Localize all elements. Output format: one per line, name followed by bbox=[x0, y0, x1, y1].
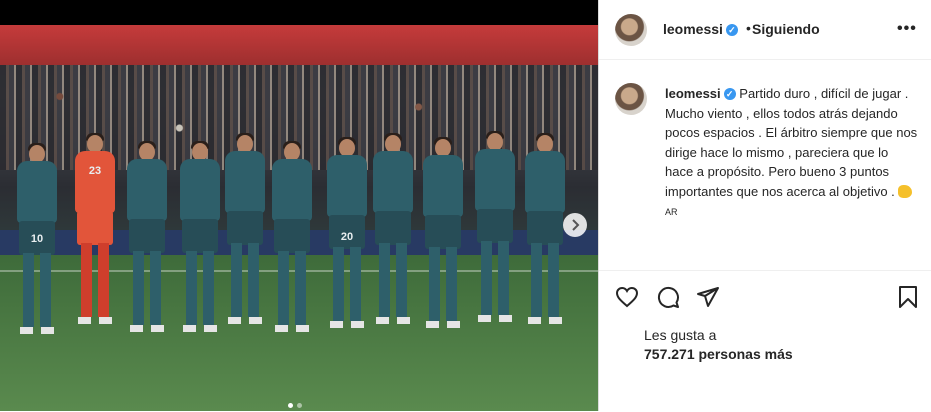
heart-icon[interactable] bbox=[615, 285, 639, 309]
header-username[interactable]: leomessi ✓ bbox=[663, 21, 738, 37]
player bbox=[368, 133, 418, 355]
caption-text: Partido duro , difícil de jugar . Mucho … bbox=[665, 86, 918, 199]
player bbox=[418, 137, 468, 359]
comment-icon[interactable] bbox=[656, 285, 680, 309]
share-icon[interactable] bbox=[696, 285, 720, 309]
carousel-dot-active bbox=[288, 403, 293, 408]
caption: leomessi ✓ Partido duro , difícil de juga… bbox=[665, 84, 920, 223]
carousel-next-button[interactable] bbox=[563, 213, 587, 237]
following-button[interactable]: Siguiendo bbox=[752, 21, 820, 37]
player: 10 bbox=[12, 143, 62, 365]
player bbox=[520, 133, 570, 355]
photo-top-letterbox bbox=[0, 0, 598, 25]
liked-by-text: Les gusta a bbox=[644, 327, 717, 343]
post-photo[interactable]: 10 23 20 bbox=[0, 0, 598, 411]
post-actions: Les gusta a 757.271 personas más bbox=[599, 270, 931, 412]
avatar[interactable] bbox=[615, 14, 647, 46]
stand-roof bbox=[0, 25, 598, 65]
post-header: leomessi ✓ • Siguiendo ••• bbox=[599, 0, 931, 60]
player bbox=[220, 133, 270, 355]
player: 20 bbox=[322, 137, 372, 359]
jersey-number: 20 bbox=[340, 231, 354, 243]
carousel-indicator bbox=[288, 403, 302, 408]
player bbox=[175, 141, 225, 363]
flag-text: AR bbox=[665, 207, 678, 217]
post-side-panel: leomessi ✓ • Siguiendo ••• leomessi ✓ Part… bbox=[598, 0, 931, 411]
chevron-right-icon bbox=[572, 219, 580, 231]
player bbox=[122, 141, 172, 363]
carousel-dot bbox=[297, 403, 302, 408]
player bbox=[470, 131, 520, 353]
player-goalkeeper: 23 bbox=[70, 133, 120, 355]
header-separator: • bbox=[746, 20, 751, 36]
flexed-biceps-icon bbox=[898, 184, 913, 198]
jersey-number: 10 bbox=[30, 233, 44, 245]
caption-avatar[interactable] bbox=[615, 83, 647, 115]
player bbox=[267, 141, 317, 363]
bookmark-icon[interactable] bbox=[896, 285, 920, 309]
verified-badge-icon: ✓ bbox=[725, 24, 738, 36]
more-options-icon[interactable]: ••• bbox=[897, 20, 917, 38]
verified-badge-icon: ✓ bbox=[723, 88, 736, 100]
likes-count[interactable]: 757.271 personas más bbox=[644, 346, 793, 362]
jersey-number: 23 bbox=[88, 165, 102, 177]
caption-username[interactable]: leomessi ✓ bbox=[665, 86, 736, 101]
caption-area: leomessi ✓ Partido duro , difícil de juga… bbox=[599, 60, 931, 270]
stadium-scene: 10 23 20 bbox=[0, 25, 598, 411]
